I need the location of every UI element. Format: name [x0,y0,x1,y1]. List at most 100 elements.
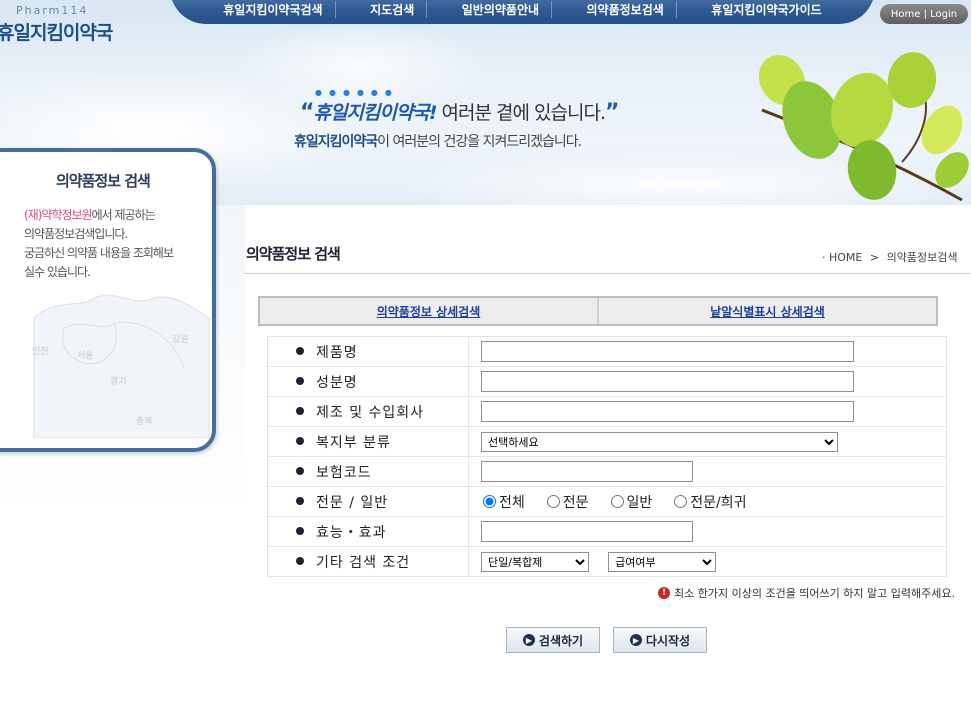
reset-button-label: 다시작성 [645,633,691,648]
slogan-mark: ! [428,102,438,124]
insurance-code-input[interactable] [481,461,693,483]
nav-item-drug-info-search[interactable]: 의약품정보검색 [575,1,677,18]
type-radio-group: 전체 전문 일반 전문/희귀 [481,492,946,512]
bullet-icon [296,376,304,385]
subslogan-text: 이 여러분의 건강을 지켜드리겠습니다. [377,134,582,150]
form-row-classification: 복지부 분류 선택하세요 [267,426,947,457]
arrow-right-icon: ▶ [629,634,642,646]
radio-rare[interactable] [674,495,688,508]
sidebar-provider: (재)약학정보원 [24,208,93,222]
banner-subslogan: 휴일지킴이약국이 여러분의 건강을 지켜드리겠습니다. [294,131,582,151]
search-button-label: 검색하기 [538,633,584,648]
form-row-insurance-code: 보험코드 [267,456,947,487]
nav-item-map-search[interactable]: 지도검색 [358,1,428,18]
radio-label: 전문 [562,494,589,511]
form-value-cell: 선택하세요 [468,426,947,457]
map-label-seoul: 서울 [77,350,94,361]
manufacturer-input[interactable] [481,401,854,423]
radio-option-prescription[interactable]: 전문 [545,492,589,512]
form-label-cell: 성분명 [267,366,469,397]
breadcrumb: · HOME > 의약품정보검색 [822,249,957,265]
dots-decoration: ●●●●●● [315,88,399,97]
classification-label: 복지부 분류 [316,434,391,451]
product-name-input[interactable] [481,341,854,363]
radio-option-rare[interactable]: 전문/희귀 [672,492,747,512]
efficacy-label: 효능・효과 [316,524,387,541]
radio-general[interactable] [610,495,624,508]
bullet-icon [296,346,304,355]
warning-icon: ! [658,587,670,599]
tab-pill-identification-search[interactable]: 낱알식별표시 상세검색 [597,298,936,324]
radio-prescription[interactable] [546,495,560,508]
radio-label: 일반 [626,494,653,511]
logo-title: 휴일지킴이약국 [0,22,113,44]
sidebar-desc-line: 에서 제공하는 [91,208,156,222]
slogan-brand: 휴일지킴이약국 [313,102,429,124]
page-title: 의약품정보 검색 [246,245,341,263]
bullet-icon [296,406,304,415]
arrow-right-icon: ▶ [522,634,535,646]
coverage-select[interactable]: 급여여부 [608,552,717,573]
other-label: 기타 검색 조건 [316,554,411,571]
map-label-incheon: 인천 [32,346,49,357]
tab-drug-info-detail-search[interactable]: 의약품정보 상세검색 [260,298,597,324]
form-label-cell: 기타 검색 조건 [267,546,469,577]
sidebar-desc-line: 실수 있습니다. [24,265,91,279]
home-login-button[interactable]: Home | Login [880,4,968,24]
breadcrumb-current: 의약품정보검색 [886,251,958,264]
form-value-cell [468,456,947,487]
single-combo-select[interactable]: 단일/복합제 [481,552,589,573]
form-row-ingredient: 성분명 [267,366,947,397]
logo-subtitle: Pharm114 [16,4,89,17]
radio-label: 전체 [499,494,525,511]
quote-close: ” [605,100,620,125]
input-notice: ! 최소 한가지 이상의 조건을 띄어쓰기 하지 말고 입력해주세요. [658,585,955,601]
form-value-cell: 전체 전문 일반 전문/희귀 [468,486,947,517]
insurance-code-label: 보험코드 [316,464,372,481]
form-label-cell: 전문 / 일반 [267,486,469,517]
map-label-gyeonggi: 경기 [110,375,127,387]
radio-all[interactable] [483,495,496,508]
bullet-icon [296,496,304,505]
sidebar-title: 의약품정보 검색 [56,172,151,190]
reset-button[interactable]: ▶ 다시작성 [613,627,707,653]
subslogan-brand: 휴일지킴이약국 [294,134,378,150]
notice-text: 최소 한가지 이상의 조건을 띄어쓰기 하지 말고 입력해주세요. [674,587,955,600]
radio-option-all[interactable]: 전체 [481,492,525,512]
banner-slogan: “휴일지킴이약국! 여러분 곁에 있습니다.” [300,98,620,125]
form-row-other: 기타 검색 조건 단일/복합제 급여여부 [267,546,947,577]
sidebar-panel: 의약품정보 검색 (재)약학정보원에서 제공하는 의약품정보검색입니다. 궁금하… [0,148,216,452]
ingredient-input[interactable] [481,371,854,393]
form-label-cell: 보험코드 [267,456,469,487]
form-value-cell: 단일/복합제 급여여부 [468,546,947,577]
bullet-icon [296,526,304,535]
radio-option-general[interactable]: 일반 [609,492,653,512]
search-form: 제품명 성분명 제조 및 수입회사 복지부 분류 선택하세요 보험코드 전문 /… [267,336,947,577]
bullet-icon [296,556,304,565]
classification-select[interactable]: 선택하세요 [481,432,838,453]
search-button[interactable]: ▶ 검색하기 [506,627,600,653]
korea-map-image: 인천 서울 경기 강원 충북 [32,294,210,438]
efficacy-input[interactable] [481,521,693,543]
product-name-label: 제품명 [316,344,358,361]
breadcrumb-bullet: · [822,251,826,264]
map-label-gangwon: 강원 [172,334,189,345]
nav-item-otc-guide[interactable]: 일반의약품안내 [450,1,553,18]
form-row-efficacy: 효능・효과 [267,516,947,547]
form-label-cell: 제조 및 수입회사 [267,396,469,427]
form-row-product-name: 제품명 [267,336,947,367]
form-value-cell [468,396,947,427]
search-tabs: 의약품정보 상세검색 낱알식별표시 상세검색 [258,296,938,326]
bullet-icon [296,436,304,445]
nav-item-pharmacy-guide[interactable]: 휴일지킴이약국가이드 [699,1,833,18]
form-row-type: 전문 / 일반 전체 전문 일반 전문/희귀 [267,486,947,517]
form-label-cell: 효능・효과 [267,516,469,547]
ingredient-label: 성분명 [316,374,358,391]
bullet-icon [296,466,304,475]
breadcrumb-home[interactable]: HOME [829,251,862,264]
breadcrumb-separator: > [869,251,880,264]
form-value-cell [468,366,947,397]
nav-item-holiday-pharmacy-search[interactable]: 휴일지킴이약국검색 [211,1,336,18]
sidebar-desc-line: 궁금하신 의약품 내용을 조회해보 [24,246,174,260]
title-divider [243,273,971,274]
